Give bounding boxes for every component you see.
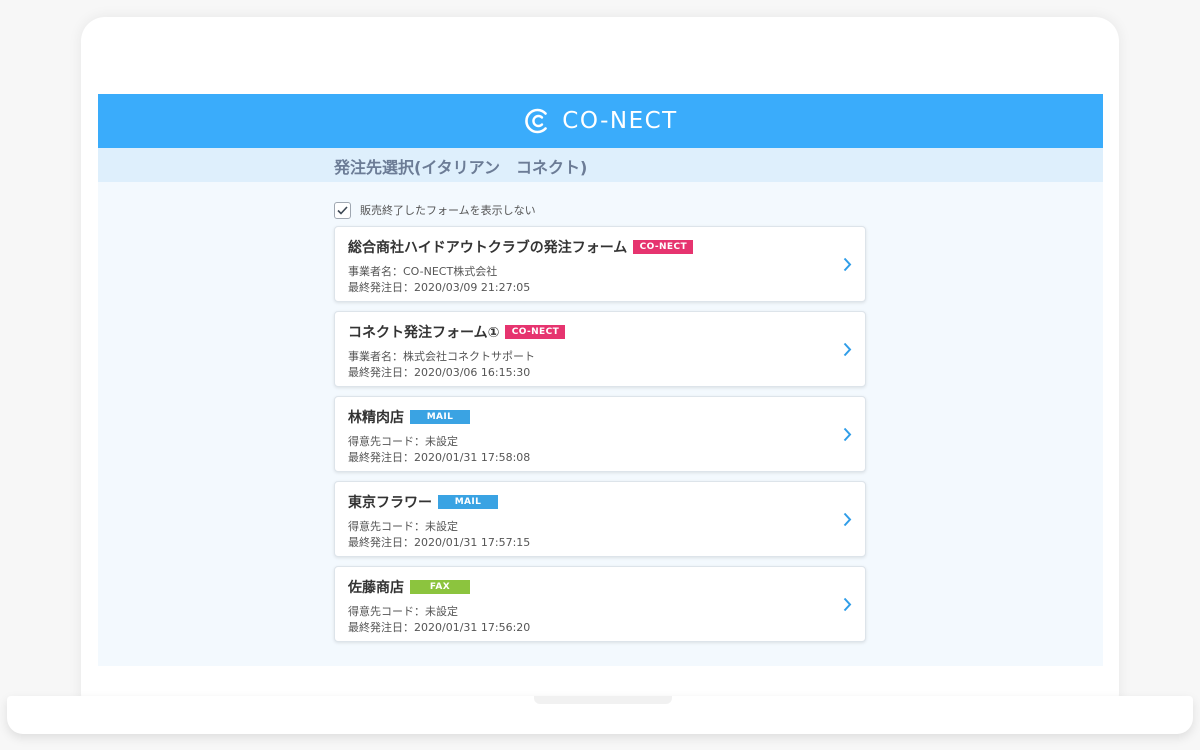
page-title: 発注先選択(イタリアン コネクト) <box>334 158 588 177</box>
chevron-right-icon <box>843 342 852 357</box>
chevron-right-icon <box>843 427 852 442</box>
form-last-order: 最終発注日：2020/01/31 17:58:08 <box>348 451 531 464</box>
form-card[interactable]: 総合商社ハイドアウトクラブの発注フォーム CO-NECT 事業者名：CO-NEC… <box>334 226 866 302</box>
form-customer-code: 得意先コード：未設定 <box>348 520 458 533</box>
form-name: 東京フラワー <box>348 495 432 511</box>
form-vendor: 事業者名：CO-NECT株式会社 <box>348 265 498 278</box>
form-card[interactable]: 林精肉店 MAIL 得意先コード：未設定 最終発注日：2020/01/31 17… <box>334 396 866 472</box>
channel-badge: FAX <box>410 580 470 594</box>
form-last-order: 最終発注日：2020/01/31 17:57:15 <box>348 536 531 549</box>
hide-discontinued-toggle[interactable]: 販売終了したフォームを表示しない <box>334 200 866 220</box>
form-name: 総合商社ハイドアウトクラブの発注フォーム <box>348 240 628 256</box>
channel-badge: CO-NECT <box>505 325 566 339</box>
channel-badge: MAIL <box>410 410 470 424</box>
form-card-list: 総合商社ハイドアウトクラブの発注フォーム CO-NECT 事業者名：CO-NEC… <box>334 226 866 642</box>
form-last-order: 最終発注日：2020/01/31 17:56:20 <box>348 621 531 634</box>
channel-badge: MAIL <box>438 495 498 509</box>
hide-discontinued-label: 販売終了したフォームを表示しない <box>360 204 536 217</box>
brand-name: CO-NECT <box>562 108 678 134</box>
form-name: コネクト発注フォーム① <box>348 325 500 341</box>
hide-discontinued-checkbox[interactable] <box>334 201 351 219</box>
form-last-order: 最終発注日：2020/03/06 16:15:30 <box>348 366 531 379</box>
form-vendor: 事業者名：株式会社コネクトサポート <box>348 350 535 363</box>
form-card[interactable]: 東京フラワー MAIL 得意先コード：未設定 最終発注日：2020/01/31 … <box>334 481 866 557</box>
form-name: 佐藤商店 <box>348 580 404 596</box>
chevron-right-icon <box>843 512 852 527</box>
brand-logo[interactable]: CO-NECT <box>523 107 677 135</box>
chevron-right-icon <box>843 597 852 612</box>
chevron-right-icon <box>843 257 852 272</box>
title-bar: 発注先選択(イタリアン コネクト) <box>98 148 1103 182</box>
checkmark-icon <box>337 205 348 215</box>
form-customer-code: 得意先コード：未設定 <box>348 435 458 448</box>
form-last-order: 最終発注日：2020/03/09 21:27:05 <box>348 281 531 294</box>
form-card[interactable]: 佐藤商店 FAX 得意先コード：未設定 最終発注日：2020/01/31 17:… <box>334 566 866 642</box>
laptop-base <box>7 696 1193 734</box>
channel-badge: CO-NECT <box>633 240 694 254</box>
form-list-section: 販売終了したフォームを表示しない 総合商社ハイドアウトクラブの発注フォーム CO… <box>334 200 866 642</box>
app-header: CO-NECT <box>98 94 1103 148</box>
form-name: 林精肉店 <box>348 410 404 426</box>
laptop-notch <box>534 696 672 704</box>
conect-logo-icon <box>525 108 548 134</box>
form-card[interactable]: コネクト発注フォーム① CO-NECT 事業者名：株式会社コネクトサポート 最終… <box>334 311 866 387</box>
form-customer-code: 得意先コード：未設定 <box>348 605 458 618</box>
